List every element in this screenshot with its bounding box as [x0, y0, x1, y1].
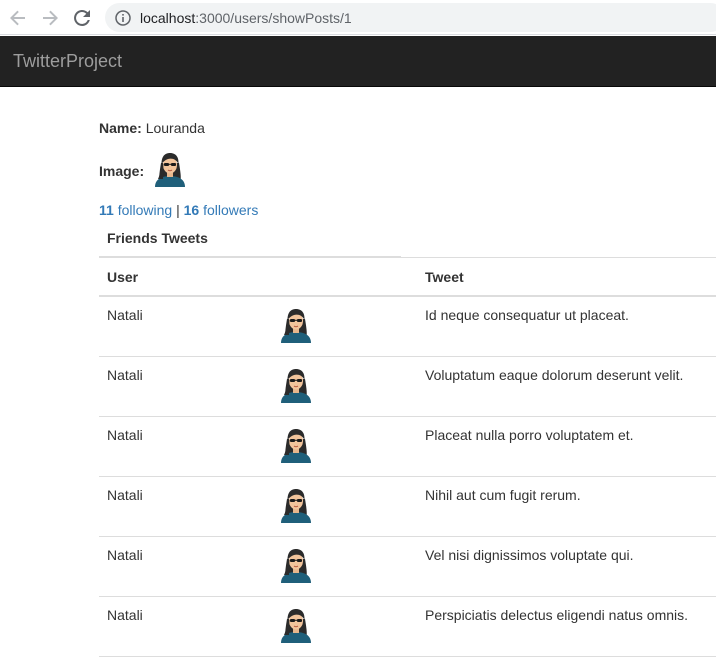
reload-button[interactable]	[70, 6, 94, 30]
tweet-text: Voluptatum eaque dolorum deserunt velit.	[417, 356, 716, 417]
url-text: localhost:3000/users/showPosts/1	[140, 10, 352, 26]
tweet-avatar	[270, 536, 417, 597]
follow-separator: |	[176, 202, 180, 218]
woman-avatar-icon	[278, 369, 314, 406]
tweets-table: User Tweet Natali Id neque consequatur ut…	[99, 257, 716, 657]
woman-avatar-icon	[278, 309, 314, 346]
tweet-text: Vel nisi dignissimos voluptate qui.	[417, 536, 716, 597]
url-host: localhost	[140, 9, 196, 26]
followers-label: followers	[203, 202, 259, 218]
tweet-avatar	[270, 476, 417, 537]
column-header-tweet: Tweet	[417, 257, 716, 297]
follow-stats: 11 following | 16 followers	[99, 200, 258, 220]
followers-link[interactable]: 16 followers	[184, 202, 259, 218]
tweet-user: Natali	[99, 476, 270, 537]
woman-avatar-icon	[278, 549, 314, 586]
table-row: Natali Perspiciatis delectus eligendi nat…	[99, 596, 716, 657]
tweet-user: Natali	[99, 536, 270, 597]
address-bar[interactable]: localhost:3000/users/showPosts/1	[105, 3, 716, 32]
tweet-user: Natali	[99, 416, 270, 477]
tweet-user: Natali	[99, 596, 270, 657]
reload-icon	[74, 9, 90, 26]
profile-avatar	[152, 149, 188, 192]
profile-image-row: Image:	[99, 149, 188, 192]
tweet-avatar	[270, 296, 417, 357]
tweet-avatar	[270, 416, 417, 477]
tweet-avatar	[270, 596, 417, 657]
woman-avatar-icon	[278, 489, 314, 526]
forward-arrow-icon	[43, 10, 58, 26]
image-label: Image:	[99, 162, 145, 179]
forward-button[interactable]	[38, 6, 62, 30]
friends-tweets-heading: Friends Tweets	[107, 230, 208, 246]
navbar: TwitterProject	[0, 36, 716, 87]
column-header-user: User	[99, 257, 270, 297]
profile-name-row: Name: Louranda	[99, 118, 205, 138]
back-button[interactable]	[6, 6, 30, 30]
table-row: Natali Vel nisi dignissimos voluptate qui…	[99, 536, 716, 597]
tweet-text: Nihil aut cum fugit rerum.	[417, 476, 716, 537]
table-row: Natali Id neque consequatur ut placeat.	[99, 296, 716, 357]
table-row: Natali Nihil aut cum fugit rerum.	[99, 476, 716, 537]
info-icon[interactable]	[115, 9, 131, 26]
tweet-user: Natali	[99, 296, 270, 357]
table-header-row: User Tweet	[99, 257, 716, 297]
tweet-user: Natali	[99, 356, 270, 417]
following-label: following	[117, 202, 173, 218]
column-header-avatar	[270, 257, 417, 297]
woman-avatar-icon	[278, 429, 314, 466]
browser-toolbar: localhost:3000/users/showPosts/1	[0, 0, 716, 35]
brand-link[interactable]: TwitterProject	[13, 51, 122, 72]
tweets-table-body: Natali Id neque consequatur ut placeat. Na…	[99, 296, 716, 657]
followers-count: 16	[183, 202, 200, 218]
woman-avatar-icon	[155, 153, 186, 187]
tweet-text: Perspiciatis delectus eligendi natus omn…	[417, 596, 716, 657]
back-arrow-icon	[10, 10, 25, 26]
table-row: Natali Voluptatum eaque dolorum deserunt …	[99, 356, 716, 417]
tweet-avatar	[270, 356, 417, 417]
woman-avatar-icon	[278, 609, 314, 646]
tweet-text: Placeat nulla porro voluptatem et.	[417, 416, 716, 477]
following-link[interactable]: 11 following	[99, 202, 172, 218]
table-row: Natali Placeat nulla porro voluptatem et.	[99, 416, 716, 477]
profile-name: Louranda	[145, 120, 205, 136]
tweet-text: Id neque consequatur ut placeat.	[417, 296, 716, 357]
url-path: :3000/users/showPosts/1	[195, 9, 352, 26]
name-label: Name:	[99, 120, 142, 136]
following-count: 11	[99, 202, 114, 218]
